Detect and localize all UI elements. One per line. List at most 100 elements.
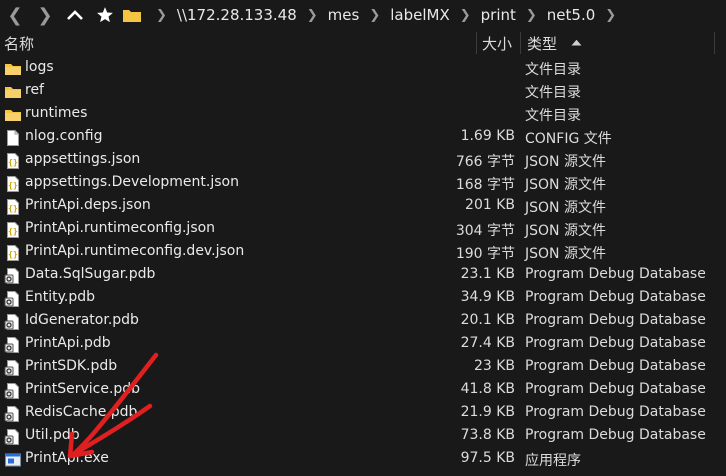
forward-button[interactable]: ❯ <box>30 0 60 30</box>
breadcrumb-item[interactable]: print <box>477 6 520 24</box>
svg-text:{}: {} <box>8 158 18 167</box>
file-type: JSON 源文件 <box>525 223 606 239</box>
breadcrumb-separator-icon[interactable]: ❯ <box>150 8 173 23</box>
folder-icon <box>4 83 22 101</box>
svg-text:{}: {} <box>8 181 18 190</box>
file-name[interactable]: Util.pdb <box>25 427 80 443</box>
document-icon <box>4 129 22 147</box>
file-row[interactable]: ref 文件目录 <box>0 80 726 103</box>
file-name[interactable]: appsettings.json <box>25 151 140 167</box>
file-name[interactable]: PrintApi.runtimeconfig.json <box>25 220 215 236</box>
breadcrumb-separator-icon[interactable]: ❯ <box>363 8 386 23</box>
file-size: 1.69 KB <box>460 128 515 144</box>
column-type-header[interactable]: 类型 <box>527 33 557 54</box>
file-name[interactable]: nlog.config <box>25 128 103 144</box>
file-row[interactable]: PrintService.pdb 41.8 KB Program Debug Dat… <box>0 379 726 402</box>
breadcrumb-separator-icon[interactable]: ❯ <box>599 8 622 23</box>
file-name[interactable]: PrintService.pdb <box>25 381 140 397</box>
file-type: Program Debug Database <box>525 404 706 420</box>
file-row[interactable]: PrintApi.exe 97.5 KB 应用程序 <box>0 448 726 471</box>
file-name[interactable]: PrintApi.runtimeconfig.dev.json <box>25 243 244 259</box>
file-name[interactable]: logs <box>25 59 54 75</box>
file-size: 23.1 KB <box>460 266 515 282</box>
file-row[interactable]: {} PrintApi.runtimeconfig.dev.json 190 字节 J… <box>0 241 726 264</box>
column-divider[interactable] <box>714 32 715 54</box>
json-file-icon: {} <box>4 175 22 193</box>
column-name-header[interactable]: 名称 <box>4 33 34 54</box>
file-type: CONFIG 文件 <box>525 131 612 147</box>
file-row[interactable]: {} appsettings.json 766 字节 JSON 源文件 <box>0 149 726 172</box>
file-name[interactable]: RedisCache.pdb <box>25 404 137 420</box>
file-type: 文件目录 <box>525 62 581 78</box>
pdb-file-icon <box>4 405 22 423</box>
file-type: JSON 源文件 <box>525 200 606 216</box>
breadcrumb-item[interactable]: labelMX <box>386 6 454 24</box>
svg-text:{}: {} <box>8 204 18 213</box>
svg-text:{}: {} <box>8 227 18 236</box>
file-name[interactable]: PrintApi.pdb <box>25 335 111 351</box>
file-name[interactable]: runtimes <box>25 105 87 121</box>
file-row[interactable]: runtimes 文件目录 <box>0 103 726 126</box>
json-file-icon: {} <box>4 198 22 216</box>
file-name[interactable]: PrintSDK.pdb <box>25 358 117 374</box>
file-row[interactable]: RedisCache.pdb 21.9 KB Program Debug Datab… <box>0 402 726 425</box>
file-type: JSON 源文件 <box>525 154 606 170</box>
file-name[interactable]: Entity.pdb <box>25 289 95 305</box>
json-file-icon: {} <box>4 152 22 170</box>
pdb-file-icon <box>4 336 22 354</box>
file-row[interactable]: IdGenerator.pdb 20.1 KB Program Debug Data… <box>0 310 726 333</box>
breadcrumb-item[interactable]: \\172.28.133.48 <box>173 6 301 24</box>
column-divider[interactable] <box>520 32 521 54</box>
breadcrumb-item[interactable]: mes <box>324 6 364 24</box>
file-size: 73.8 KB <box>460 427 515 443</box>
file-row[interactable]: PrintSDK.pdb 23 KB Program Debug Database <box>0 356 726 379</box>
file-name[interactable]: Data.SqlSugar.pdb <box>25 266 155 282</box>
file-name[interactable]: ref <box>25 82 44 98</box>
breadcrumb-separator-icon[interactable]: ❯ <box>520 8 543 23</box>
file-type: Program Debug Database <box>525 312 706 328</box>
file-size: 20.1 KB <box>460 312 515 328</box>
file-name[interactable]: appsettings.Development.json <box>25 174 239 190</box>
folder-icon <box>4 60 22 78</box>
file-row[interactable]: PrintApi.pdb 27.4 KB Program Debug Databas… <box>0 333 726 356</box>
address-bar[interactable]: ❯ \\172.28.133.48 ❯ mes ❯ labelMX ❯ print ❯ net5.… <box>122 0 622 30</box>
breadcrumb-item[interactable]: net5.0 <box>543 6 599 24</box>
file-name[interactable]: IdGenerator.pdb <box>25 312 139 328</box>
file-row[interactable]: {} appsettings.Development.json 168 字节 JSON… <box>0 172 726 195</box>
breadcrumb-separator-icon[interactable]: ❯ <box>454 8 477 23</box>
pin-button[interactable] <box>90 0 120 30</box>
column-header: 名称 大小 类型 <box>0 30 726 56</box>
folder-icon <box>4 106 22 124</box>
file-type: Program Debug Database <box>525 358 706 374</box>
file-size: 23 KB <box>473 358 515 374</box>
file-size: 41.8 KB <box>460 381 515 397</box>
file-type: Program Debug Database <box>525 335 706 351</box>
up-button[interactable] <box>60 0 90 30</box>
breadcrumb-separator-icon[interactable]: ❯ <box>301 8 324 23</box>
svg-text:{}: {} <box>8 250 18 259</box>
column-size-header[interactable]: 大小 <box>482 33 512 54</box>
file-type: Program Debug Database <box>525 427 706 443</box>
star-icon <box>97 7 113 23</box>
file-name[interactable]: PrintApi.exe <box>25 450 109 466</box>
file-type: 应用程序 <box>525 453 581 469</box>
file-size: 766 字节 <box>455 154 515 170</box>
toolbar: ❮ ❯ ❯ \\172.28.133.48 ❯ mes ❯ labelMX ❯ print ❯ n… <box>0 0 726 30</box>
back-button[interactable]: ❮ <box>0 0 30 30</box>
file-row[interactable]: {} PrintApi.deps.json 201 KB JSON 源文件 <box>0 195 726 218</box>
file-size: 21.9 KB <box>460 404 515 420</box>
pdb-file-icon <box>4 290 22 308</box>
file-type: JSON 源文件 <box>525 246 606 262</box>
file-row[interactable]: Data.SqlSugar.pdb 23.1 KB Program Debug Da… <box>0 264 726 287</box>
file-row[interactable]: Util.pdb 73.8 KB Program Debug Database <box>0 425 726 448</box>
file-list: logs 文件目录 ref 文件目录 runtimes 文件目录 nlog.config 1.… <box>0 57 726 471</box>
file-type: 文件目录 <box>525 85 581 101</box>
file-type: JSON 源文件 <box>525 177 606 193</box>
file-row[interactable]: Entity.pdb 34.9 KB Program Debug Database <box>0 287 726 310</box>
file-row[interactable]: {} PrintApi.runtimeconfig.json 304 字节 JSON … <box>0 218 726 241</box>
file-row[interactable]: logs 文件目录 <box>0 57 726 80</box>
file-name[interactable]: PrintApi.deps.json <box>25 197 151 213</box>
pdb-file-icon <box>4 359 22 377</box>
file-row[interactable]: nlog.config 1.69 KB CONFIG 文件 <box>0 126 726 149</box>
column-divider[interactable] <box>476 32 477 54</box>
